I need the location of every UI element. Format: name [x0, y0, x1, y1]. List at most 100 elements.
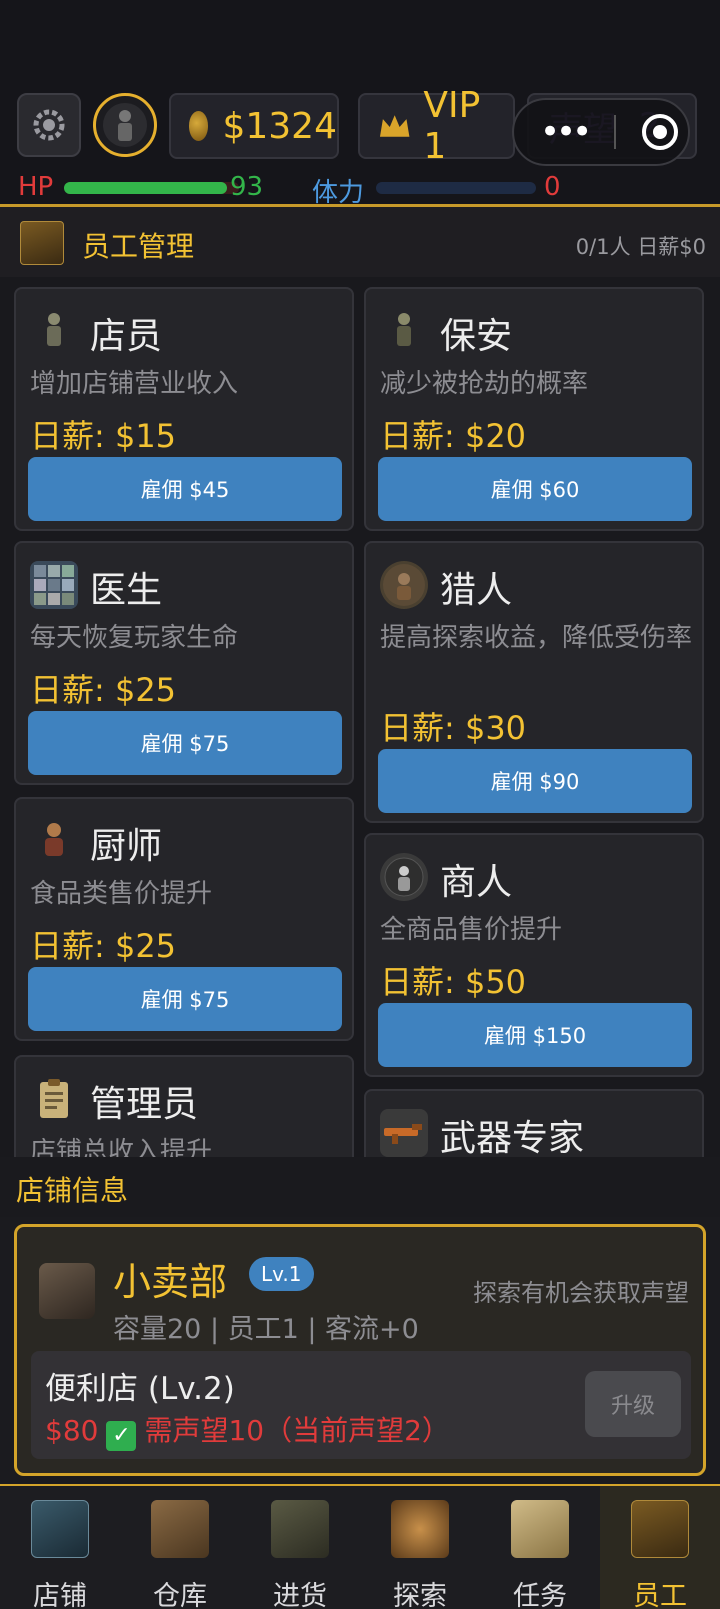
staff-name: 管理员: [90, 1084, 199, 1125]
stamina-bar: [376, 182, 536, 194]
hp-bar-fill: [64, 182, 227, 194]
staff-name: 猎人: [440, 570, 513, 611]
guard-icon: [380, 307, 428, 355]
staff-name: 武器专家: [440, 1118, 585, 1157]
section-title: 员工管理: [82, 230, 195, 263]
hire-button[interactable]: 雇佣 $90: [378, 749, 692, 813]
staff-name: 医生: [90, 570, 163, 611]
staff-name: 商人: [440, 862, 513, 903]
shop-hint: 探索有机会获取声望: [473, 1279, 689, 1307]
hire-button[interactable]: 雇佣 $45: [28, 457, 342, 521]
staff-desc: 全商品售价提升: [380, 915, 563, 945]
merchant-icon: [380, 853, 428, 901]
nav-label: 探索: [393, 1581, 447, 1609]
clerk-icon: [30, 307, 78, 355]
crown-icon: [379, 115, 410, 137]
staff-section-header: 员工管理 0/1人 日薪$0: [0, 207, 720, 277]
staff-card-guard: 保安 减少被抢劫的概率 日薪: $20 雇佣 $60: [364, 287, 704, 531]
staff-card-weapon-expert: 武器专家: [364, 1089, 704, 1157]
more-menu-icon[interactable]: •••: [540, 112, 592, 152]
hire-button[interactable]: 雇佣 $60: [378, 457, 692, 521]
staff-desc: 减少被抢劫的概率: [380, 369, 589, 399]
staff-card-hunter: 猎人 提高探索收益，降低受伤率 日薪: $30 雇佣 $90: [364, 541, 704, 823]
player-avatar[interactable]: [93, 93, 157, 157]
staff-card-manager: 管理员 店铺总收入提升: [14, 1055, 354, 1157]
vitals-row: HP 93 体力 0: [18, 172, 718, 208]
hire-button[interactable]: 雇佣 $150: [378, 1003, 692, 1067]
staff-wage: 日薪: $30: [380, 709, 527, 747]
upgrade-cost: $80: [45, 1414, 99, 1447]
vip-value: VIP 1: [423, 85, 481, 167]
shop-icon: [31, 1500, 89, 1558]
manager-icon: [30, 1075, 78, 1123]
nav-item-tasks[interactable]: 任务: [480, 1486, 600, 1609]
staff-wage: 日薪: $15: [30, 417, 177, 455]
staff-desc: 每天恢复玩家生命: [30, 623, 239, 653]
money-display: $1324: [169, 93, 339, 159]
nav-label: 仓库: [153, 1581, 207, 1609]
staff-wage: 日薪: $25: [30, 671, 177, 709]
staff-count-meta: 0/1人 日薪$0: [575, 235, 706, 259]
shop-section-title: 店铺信息: [16, 1174, 129, 1207]
staff-desc: 食品类售价提升: [30, 879, 213, 909]
staff-wage: 日薪: $20: [380, 417, 527, 455]
nav-item-staff[interactable]: 员工: [600, 1486, 720, 1609]
nav-item-shop[interactable]: 店铺: [0, 1486, 120, 1609]
shop-info-header: 店铺信息: [0, 1157, 720, 1217]
nav-item-warehouse[interactable]: 仓库: [120, 1486, 240, 1609]
nav-label: 任务: [513, 1581, 567, 1609]
warehouse-icon: [151, 1500, 209, 1558]
capsule-divider: [614, 115, 617, 149]
nav-item-explore[interactable]: 探索: [360, 1486, 480, 1609]
settings-button[interactable]: [17, 93, 81, 157]
hire-button[interactable]: 雇佣 $75: [28, 711, 342, 775]
staff-card-doctor: 医生 每天恢复玩家生命 日薪: $25 雇佣 $75: [14, 541, 354, 785]
top-status-bar: $1324 VIP 1 声望 2 ••• HP 93 体力 0: [0, 0, 720, 208]
hp-label: HP: [18, 172, 54, 202]
staff-name: 店员: [90, 316, 163, 357]
doctor-icon: [30, 561, 78, 609]
hunter-icon: [380, 561, 428, 609]
staff-wage: 日薪: $50: [380, 963, 527, 1001]
bottom-nav: 店铺 仓库 进货 探索 任务 员工: [0, 1484, 720, 1609]
staff-desc: 提高探索收益，降低受伤率: [380, 623, 693, 653]
shop-card: 小卖部 Lv.1 探索有机会获取声望 容量20 | 员工1 | 客流+0 便利店…: [14, 1224, 706, 1476]
nav-label: 进货: [273, 1581, 327, 1609]
upgrade-cost-line: $80 ✓ 需声望10（当前声望2）: [45, 1409, 450, 1451]
hp-value: 93: [230, 172, 264, 202]
staff-team-icon: [20, 221, 64, 265]
nav-label: 店铺: [33, 1581, 87, 1609]
checkmark-icon: ✓: [106, 1421, 137, 1451]
task-icon: [511, 1500, 569, 1558]
staff-card-chef: 厨师 食品类售价提升 日薪: $25 雇佣 $75: [14, 797, 354, 1041]
staff-desc: 店铺总收入提升: [30, 1137, 213, 1157]
shop-level-badge: Lv.1: [249, 1257, 314, 1291]
chef-icon: [30, 817, 78, 865]
nav-label: 员工: [633, 1581, 687, 1609]
close-miniprogram-icon[interactable]: [642, 114, 679, 150]
upgrade-panel: 便利店 (Lv.2) $80 ✓ 需声望10（当前声望2） 升级: [31, 1351, 691, 1459]
staff-name: 厨师: [90, 826, 163, 867]
stamina-value: 0: [544, 172, 561, 202]
vip-display[interactable]: VIP 1: [358, 85, 515, 167]
nav-item-restock[interactable]: 进货: [240, 1486, 360, 1609]
soldier-avatar-icon: [103, 103, 147, 147]
explore-icon: [391, 1500, 449, 1558]
gear-icon: [33, 109, 65, 141]
money-value: $1324: [222, 105, 337, 147]
hire-button[interactable]: 雇佣 $75: [28, 967, 342, 1031]
miniprogram-capsule: •••: [512, 98, 690, 166]
shop-stats: 容量20 | 员工1 | 客流+0: [113, 1314, 419, 1345]
shop-name: 小卖部: [113, 1260, 228, 1304]
hp-bar: [64, 182, 239, 194]
staff-wage: 日薪: $25: [30, 927, 177, 965]
skull-coin-icon: [189, 111, 209, 141]
upgrade-requirement: 需声望10（当前声望2）: [144, 1414, 450, 1447]
staff-icon: [631, 1500, 689, 1558]
restock-icon: [271, 1500, 329, 1558]
upgrade-title: 便利店 (Lv.2): [45, 1371, 235, 1407]
upgrade-button[interactable]: 升级: [585, 1371, 681, 1437]
staff-name: 保安: [440, 316, 513, 357]
staff-list[interactable]: 店员 增加店铺营业收入 日薪: $15 雇佣 $45 医生 每天恢复玩家生命 日…: [0, 277, 720, 1157]
staff-card-merchant: 商人 全商品售价提升 日薪: $50 雇佣 $150: [364, 833, 704, 1077]
